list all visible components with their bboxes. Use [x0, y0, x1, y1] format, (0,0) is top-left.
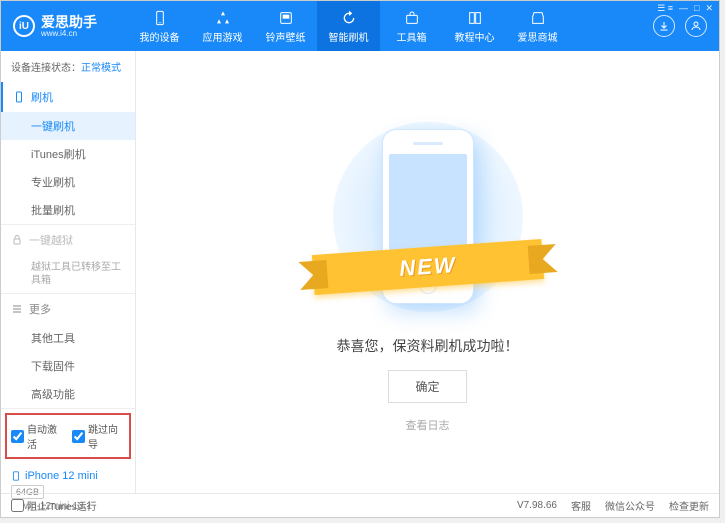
- footer: 阻止iTunes运行 V7.98.66 客服 微信公众号 检查更新: [1, 493, 719, 517]
- nav-label: 我的设备: [140, 29, 180, 44]
- section-title: 一键越狱: [29, 232, 73, 248]
- sidebar-item-pro[interactable]: 专业刷机: [1, 168, 135, 196]
- apps-icon: [214, 9, 232, 27]
- section-title: 更多: [29, 301, 51, 317]
- checkbox-auto-activate[interactable]: 自动激活: [11, 421, 64, 451]
- sidebar-section-flash[interactable]: 刷机: [1, 82, 135, 112]
- nav-label: 铃声壁纸: [266, 29, 306, 44]
- app-logo: iU 爱思助手 www.i4.cn: [13, 15, 128, 38]
- logo-icon: iU: [13, 15, 35, 37]
- header-actions: [653, 15, 707, 37]
- download-button[interactable]: [653, 15, 675, 37]
- toolbox-icon: [403, 9, 421, 27]
- jailbreak-note: 越狱工具已转移至工具箱: [1, 255, 135, 293]
- nav-label: 工具箱: [397, 29, 427, 44]
- device-name: iPhone 12 mini: [11, 469, 125, 483]
- confirm-button[interactable]: 确定: [388, 370, 466, 403]
- service-link[interactable]: 客服: [571, 498, 591, 513]
- sidebar-item-other-tools[interactable]: 其他工具: [1, 324, 135, 352]
- phone-icon: [11, 469, 21, 483]
- sidebar-section-more[interactable]: 更多: [1, 294, 135, 324]
- nav-my-device[interactable]: 我的设备: [128, 1, 191, 51]
- status-label: 设备连接状态：: [11, 63, 81, 74]
- success-message: 恭喜您，保资料刷机成功啦！: [337, 336, 519, 356]
- app-name: 爱思助手: [41, 15, 97, 29]
- menu-icon: [11, 303, 23, 315]
- wechat-link[interactable]: 微信公众号: [605, 498, 655, 513]
- lock-icon: [11, 234, 23, 246]
- checkbox-input[interactable]: [11, 499, 24, 512]
- success-illustration: NEW: [343, 112, 513, 322]
- checkbox-block-itunes[interactable]: 阻止iTunes运行: [11, 498, 97, 513]
- checkbox-label: 自动激活: [27, 421, 64, 451]
- nav-toolbox[interactable]: 工具箱: [380, 1, 443, 51]
- connection-status: 设备连接状态：正常模式: [1, 51, 135, 82]
- nav-store[interactable]: 爱思商城: [506, 1, 569, 51]
- nav-flash[interactable]: 智能刷机: [317, 1, 380, 51]
- close-icon[interactable]: ✕: [705, 3, 713, 14]
- phone-icon: [151, 9, 169, 27]
- version-label: V7.98.66: [517, 500, 557, 511]
- phone-icon: [13, 91, 25, 103]
- nav-label: 智能刷机: [329, 29, 369, 44]
- nav-ringtones[interactable]: 铃声壁纸: [254, 1, 317, 51]
- section-title: 刷机: [31, 89, 53, 105]
- sidebar-item-download-fw[interactable]: 下载固件: [1, 352, 135, 380]
- main-content: NEW 恭喜您，保资料刷机成功啦！ 确定 查看日志: [136, 51, 719, 493]
- update-link[interactable]: 检查更新: [669, 498, 709, 513]
- book-icon: [466, 9, 484, 27]
- sidebar: 设备连接状态：正常模式 刷机 一键刷机 iTunes刷机 专业刷机 批量刷机 一…: [1, 51, 136, 493]
- refresh-icon: [340, 9, 358, 27]
- window-controls: ☰ ≡ — □ ✕: [657, 3, 713, 14]
- user-button[interactable]: [685, 15, 707, 37]
- minimize-icon[interactable]: —: [679, 3, 688, 14]
- sidebar-item-batch[interactable]: 批量刷机: [1, 196, 135, 224]
- options-highlighted: 自动激活 跳过向导: [5, 413, 131, 459]
- nav-label: 应用游戏: [203, 29, 243, 44]
- sidebar-item-oneclick[interactable]: 一键刷机: [1, 112, 135, 140]
- sidebar-item-itunes[interactable]: iTunes刷机: [1, 140, 135, 168]
- maximize-icon[interactable]: □: [694, 3, 699, 14]
- main-nav: 我的设备 应用游戏 铃声壁纸 智能刷机 工具箱 教程中心 爱思商城: [128, 1, 653, 51]
- nav-label: 教程中心: [455, 29, 495, 44]
- wallpaper-icon: [277, 9, 295, 27]
- checkbox-label: 跳过向导: [88, 421, 125, 451]
- menu-icon[interactable]: ☰ ≡: [657, 3, 673, 14]
- new-text: NEW: [398, 252, 457, 282]
- store-icon: [529, 9, 547, 27]
- status-value: 正常模式: [81, 63, 121, 74]
- sidebar-section-jailbreak: 一键越狱: [1, 225, 135, 255]
- checkbox-input[interactable]: [72, 430, 85, 443]
- nav-apps[interactable]: 应用游戏: [191, 1, 254, 51]
- checkbox-label: 阻止iTunes运行: [27, 498, 97, 513]
- checkbox-skip-wizard[interactable]: 跳过向导: [72, 421, 125, 451]
- app-url: www.i4.cn: [41, 29, 97, 38]
- nav-label: 爱思商城: [518, 29, 558, 44]
- checkbox-input[interactable]: [11, 430, 24, 443]
- nav-tutorials[interactable]: 教程中心: [443, 1, 506, 51]
- view-log-link[interactable]: 查看日志: [406, 417, 450, 433]
- sidebar-item-advanced[interactable]: 高级功能: [1, 380, 135, 408]
- app-header: ☰ ≡ — □ ✕ iU 爱思助手 www.i4.cn 我的设备 应用游戏 铃声…: [1, 1, 719, 51]
